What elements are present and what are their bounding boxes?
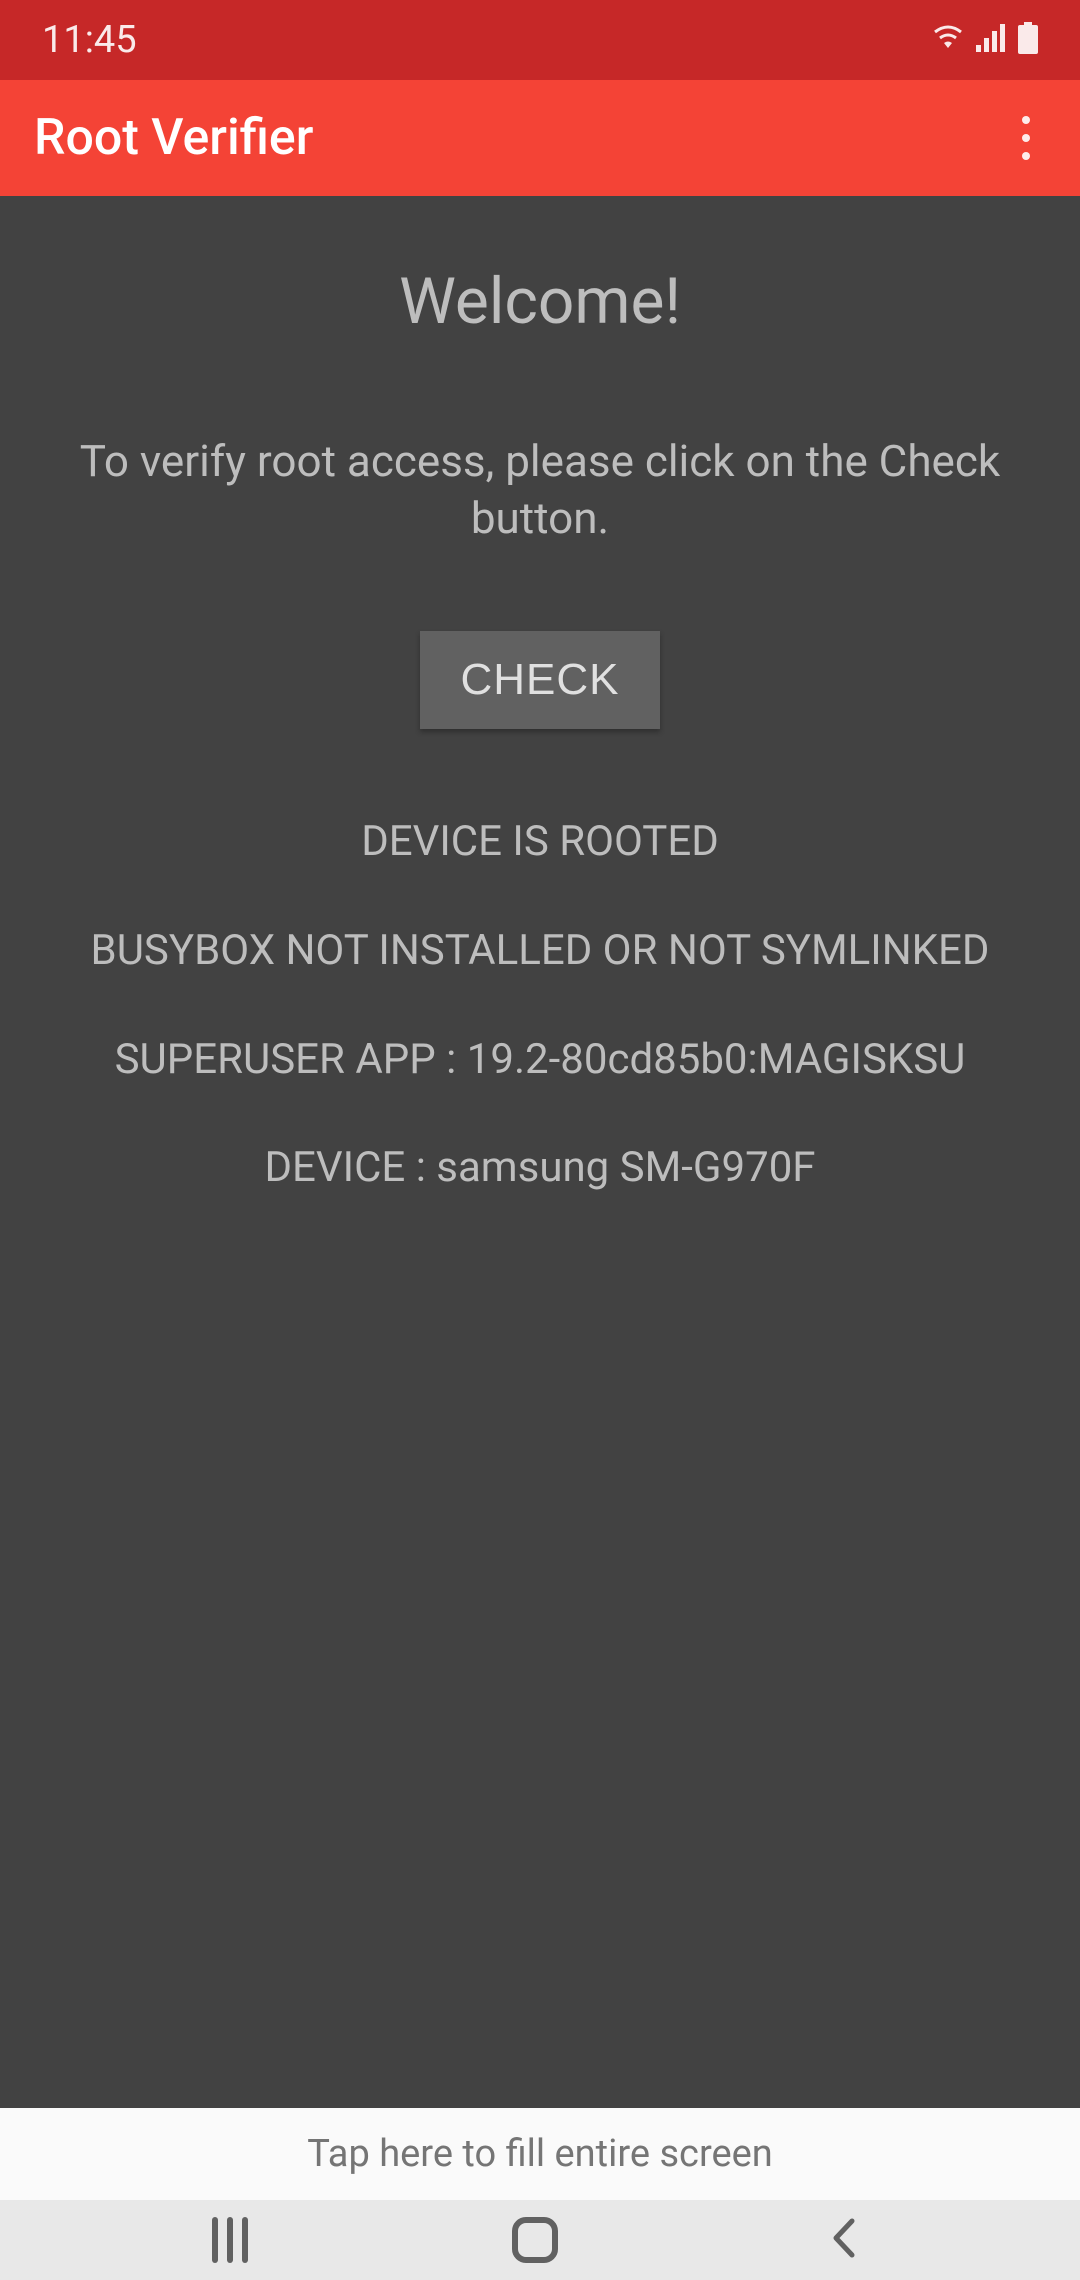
device-status-text: DEVICE : samsung SM-G970F (244, 1141, 835, 1196)
busybox-status-text: BUSYBOX NOT INSTALLED OR NOT SYMLINKED (71, 924, 1010, 979)
app-bar: Root Verifier (0, 80, 1080, 196)
signal-icon (976, 24, 1008, 56)
recents-icon (242, 2217, 248, 2263)
nav-recents-button[interactable] (212, 2217, 248, 2263)
battery-icon (1018, 22, 1038, 58)
navigation-bar (0, 2200, 1080, 2280)
back-icon (822, 2215, 868, 2261)
overflow-dot-icon (1022, 152, 1030, 160)
recents-icon (227, 2217, 233, 2263)
root-status-text: DEVICE IS ROOTED (341, 815, 739, 870)
status-icons (930, 22, 1038, 58)
check-button[interactable]: CHECK (420, 631, 659, 729)
status-time: 11:45 (42, 18, 137, 62)
instruction-text: To verify root access, please click on t… (34, 433, 1046, 547)
status-bar: 11:45 (0, 0, 1080, 80)
app-title: Root Verifier (34, 109, 313, 167)
welcome-heading: Welcome! (399, 264, 681, 339)
superuser-status-text: SUPERUSER APP : 19.2-80cd85b0:MAGISKSU (95, 1033, 986, 1088)
nav-home-button[interactable] (512, 2217, 558, 2263)
fill-screen-bar[interactable]: Tap here to fill entire screen (0, 2108, 1080, 2200)
nav-back-button[interactable] (822, 2215, 868, 2265)
fill-screen-label: Tap here to fill entire screen (307, 2132, 773, 2176)
wifi-icon (930, 24, 966, 56)
overflow-dot-icon (1022, 116, 1030, 124)
overflow-menu-button[interactable] (1002, 114, 1050, 162)
recents-icon (212, 2217, 218, 2263)
main-content: Welcome! To verify root access, please c… (0, 196, 1080, 2108)
overflow-dot-icon (1022, 134, 1030, 142)
